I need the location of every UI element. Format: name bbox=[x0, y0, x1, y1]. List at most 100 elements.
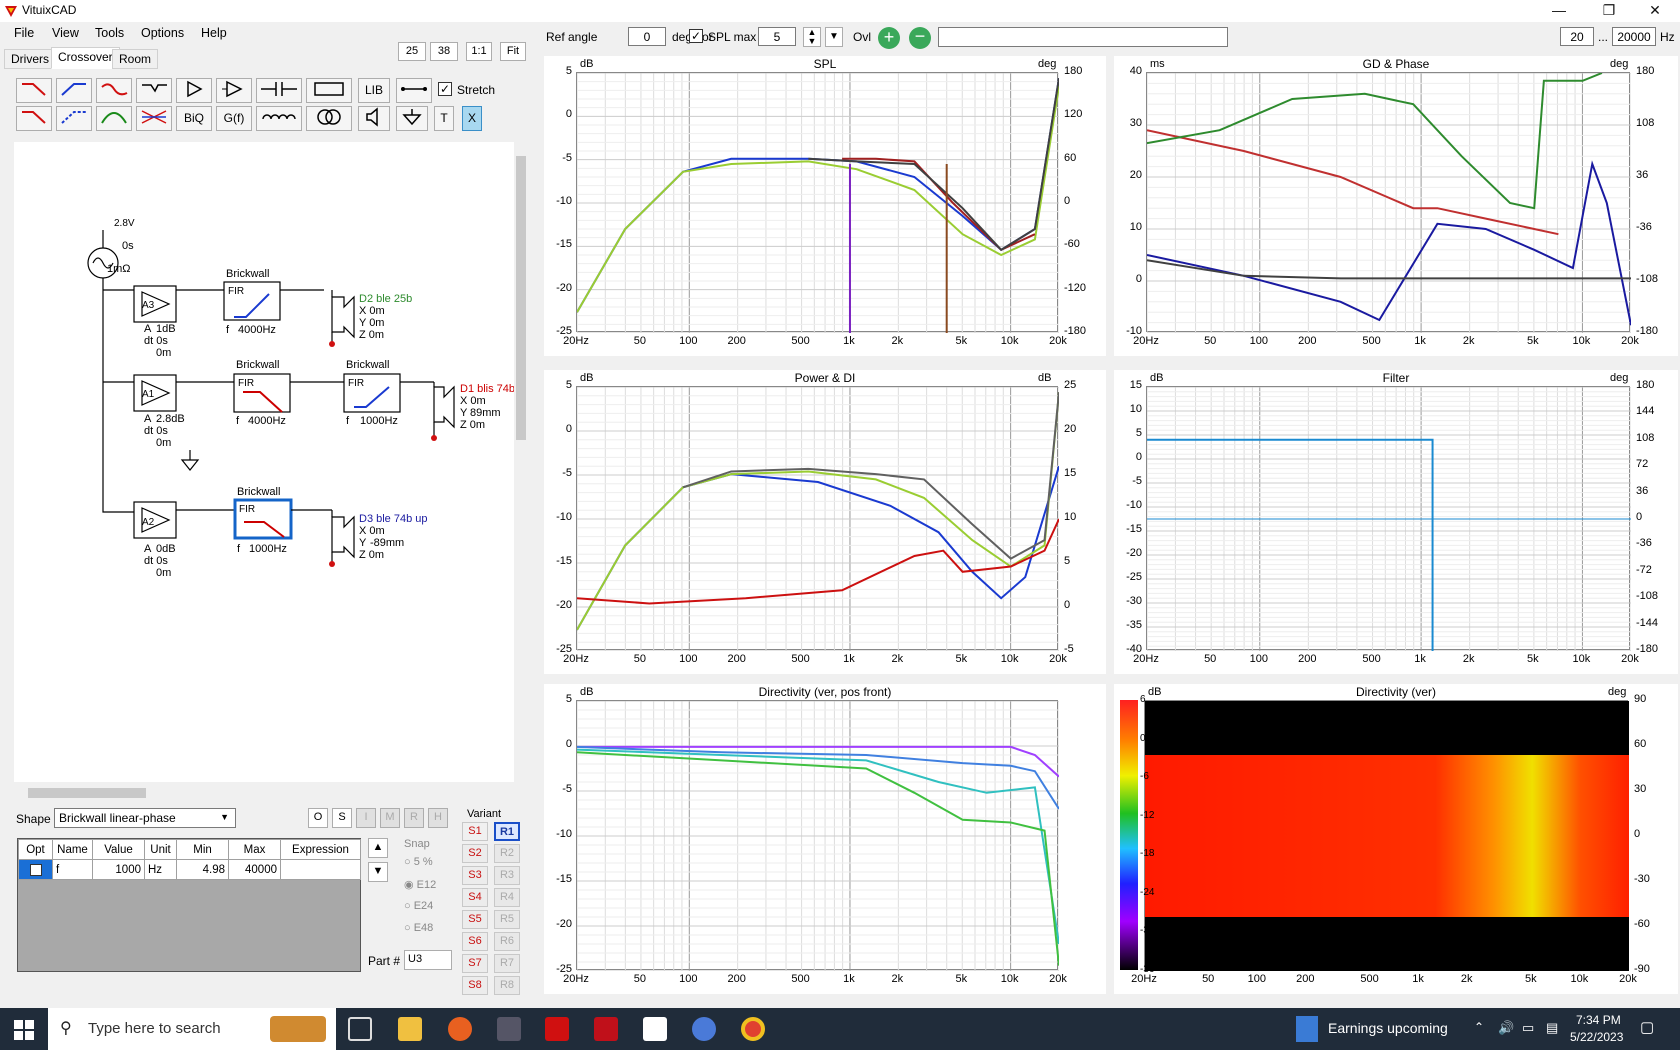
remove-overlay-button[interactable]: − bbox=[909, 27, 931, 49]
text-button[interactable]: T bbox=[434, 106, 454, 131]
option-h-button[interactable]: H bbox=[428, 808, 448, 828]
plot-area[interactable] bbox=[1146, 386, 1631, 651]
stretch-checkbox[interactable]: ✓ bbox=[438, 82, 452, 96]
task-view-icon[interactable] bbox=[348, 1017, 372, 1041]
param-min[interactable]: 4.98 bbox=[176, 859, 229, 880]
network-icon[interactable]: ▤ bbox=[1546, 1020, 1558, 1036]
param-max[interactable]: 40000 bbox=[228, 859, 281, 880]
wire-button[interactable] bbox=[396, 78, 432, 103]
buffer-button[interactable] bbox=[176, 78, 212, 103]
snap-e12[interactable]: ◉ E12 bbox=[404, 878, 436, 900]
freq-high-input[interactable] bbox=[1612, 27, 1656, 46]
notepad-icon[interactable] bbox=[643, 1017, 667, 1041]
spl-reset-button[interactable]: ▼ bbox=[825, 27, 843, 47]
ref-angle-input[interactable] bbox=[628, 27, 666, 46]
ground-button[interactable] bbox=[396, 106, 428, 131]
tab-crossover[interactable]: Crossover bbox=[51, 47, 120, 69]
firefox-icon[interactable] bbox=[448, 1017, 472, 1041]
plot-area[interactable] bbox=[1144, 700, 1629, 971]
variant-s8-button[interactable]: S8 bbox=[462, 976, 488, 995]
variant-r3-button[interactable]: R3 bbox=[494, 866, 520, 885]
tab-room[interactable]: Room bbox=[112, 49, 159, 69]
menu-view[interactable]: View bbox=[52, 26, 79, 40]
option-i-button[interactable]: I bbox=[356, 808, 376, 828]
plot-area[interactable] bbox=[1146, 72, 1631, 333]
allpass-button[interactable] bbox=[136, 106, 172, 131]
library-button[interactable]: LIB bbox=[358, 78, 390, 103]
spl-max-checkbox[interactable]: ✓ bbox=[689, 29, 703, 43]
notch-button[interactable] bbox=[136, 78, 172, 103]
overlay-name-field[interactable] bbox=[938, 27, 1228, 47]
option-o-button[interactable]: O bbox=[308, 808, 328, 828]
menu-help[interactable]: Help bbox=[201, 26, 227, 40]
qbittorrent-icon[interactable] bbox=[692, 1017, 716, 1041]
biquad-button[interactable]: BiQ bbox=[176, 106, 212, 131]
tray-chevron-icon[interactable]: ⌃ bbox=[1474, 1020, 1484, 1034]
table-row[interactable]: f 1000 Hz 4.98 40000 bbox=[18, 859, 361, 880]
variant-r4-button[interactable]: R4 bbox=[494, 888, 520, 907]
param-name[interactable]: f bbox=[52, 859, 93, 880]
move-up-button[interactable]: ▲ bbox=[368, 838, 388, 858]
menu-options[interactable]: Options bbox=[141, 26, 184, 40]
vscroll-thumb[interactable] bbox=[516, 156, 526, 440]
variant-r6-button[interactable]: R6 bbox=[494, 932, 520, 951]
menu-file[interactable]: File bbox=[14, 26, 34, 40]
option-r-button[interactable]: R bbox=[404, 808, 424, 828]
plot-area[interactable] bbox=[576, 700, 1059, 971]
shape-dropdown[interactable]: Brickwall linear-phase ▼ bbox=[54, 808, 236, 828]
variant-s6-button[interactable]: S6 bbox=[462, 932, 488, 951]
variant-r8-button[interactable]: R8 bbox=[494, 976, 520, 995]
lowpass-alt-button[interactable] bbox=[16, 106, 52, 131]
acrobat-icon[interactable] bbox=[594, 1017, 618, 1041]
file-explorer-icon[interactable] bbox=[398, 1017, 422, 1041]
transformer-button[interactable] bbox=[306, 106, 352, 131]
zoom-38-field[interactable]: 38 bbox=[430, 42, 458, 61]
variant-s2-button[interactable]: S2 bbox=[462, 844, 488, 863]
part-input[interactable]: U3 bbox=[404, 950, 452, 970]
snap-5pct[interactable]: ○ 5 % bbox=[404, 856, 436, 878]
capacitor-button[interactable] bbox=[256, 78, 302, 103]
plot-dirver[interactable]: Directivity (ver, pos front) dB 5 0 -5 -10 -15… bbox=[544, 684, 1106, 994]
tab-drivers[interactable]: Drivers bbox=[4, 49, 56, 69]
hscroll-thumb[interactable] bbox=[28, 788, 146, 798]
variant-r2-button[interactable]: R2 bbox=[494, 844, 520, 863]
speaker-button[interactable] bbox=[358, 106, 390, 131]
variant-s4-button[interactable]: S4 bbox=[462, 888, 488, 907]
news-icon[interactable] bbox=[1296, 1016, 1318, 1042]
highpass-1st-button[interactable] bbox=[56, 78, 92, 103]
schematic-vscroll[interactable] bbox=[514, 142, 528, 782]
plot-dirmap[interactable]: 6 0 -6 -12 -18 -24 -30 -36 Directivity (ver) dB de… bbox=[1114, 684, 1678, 994]
amplifier-button[interactable] bbox=[216, 78, 252, 103]
gf-button[interactable]: G(f) bbox=[216, 106, 252, 131]
snap-e48[interactable]: ○ E48 bbox=[404, 922, 436, 944]
variant-s3-button[interactable]: S3 bbox=[462, 866, 488, 885]
variant-s5-button[interactable]: S5 bbox=[462, 910, 488, 929]
lowpass-2nd-button[interactable] bbox=[96, 78, 132, 103]
spl-stepper-button[interactable]: ▲ ▼ bbox=[803, 27, 821, 47]
opt-checkbox[interactable] bbox=[29, 863, 42, 876]
freq-low-input[interactable] bbox=[1560, 27, 1594, 46]
close-button[interactable]: ✕ bbox=[1632, 0, 1678, 22]
restore-button[interactable]: ❐ bbox=[1586, 0, 1632, 22]
app-icon[interactable] bbox=[497, 1017, 521, 1041]
param-value[interactable]: 1000 bbox=[92, 859, 145, 880]
bandpass-button[interactable] bbox=[96, 106, 132, 131]
plot-power[interactable]: Power & DI dB dB 5 0 -5 -10 -15 -20 -25 25 20 15 10 5 0… bbox=[544, 370, 1106, 674]
schematic-canvas[interactable]: 2.8V 0s 1mΩ A3 A 1dB dt 0s 0m Brickwall … bbox=[14, 142, 514, 782]
variant-r7-button[interactable]: R7 bbox=[494, 954, 520, 973]
menu-tools[interactable]: Tools bbox=[95, 26, 124, 40]
schematic-hscroll[interactable] bbox=[14, 786, 528, 800]
option-m-button[interactable]: M bbox=[380, 808, 400, 828]
chrome-icon[interactable] bbox=[741, 1017, 765, 1041]
inductor-button[interactable] bbox=[256, 106, 302, 131]
plot-spl[interactable]: SPL dB deg 5 0 -5 -10 -15 -20 -25 180 120 60 0 -60 -120… bbox=[544, 56, 1106, 356]
zoom-1to1-button[interactable]: 1:1 bbox=[466, 42, 492, 61]
battery-icon[interactable]: ▭ bbox=[1522, 1020, 1534, 1036]
zoom-fit-button[interactable]: Fit bbox=[500, 42, 526, 61]
variant-r1-button[interactable]: R1 bbox=[494, 822, 520, 841]
taskbar-search-box[interactable]: ⚲ Type here to search bbox=[48, 1008, 336, 1050]
param-expression[interactable] bbox=[280, 859, 361, 880]
add-overlay-button[interactable]: + bbox=[878, 27, 900, 49]
plot-gd[interactable]: GD & Phase ms deg 40 30 20 10 0 -10 180 108 36 -36 -1… bbox=[1114, 56, 1678, 356]
resistor-button[interactable] bbox=[306, 78, 352, 103]
